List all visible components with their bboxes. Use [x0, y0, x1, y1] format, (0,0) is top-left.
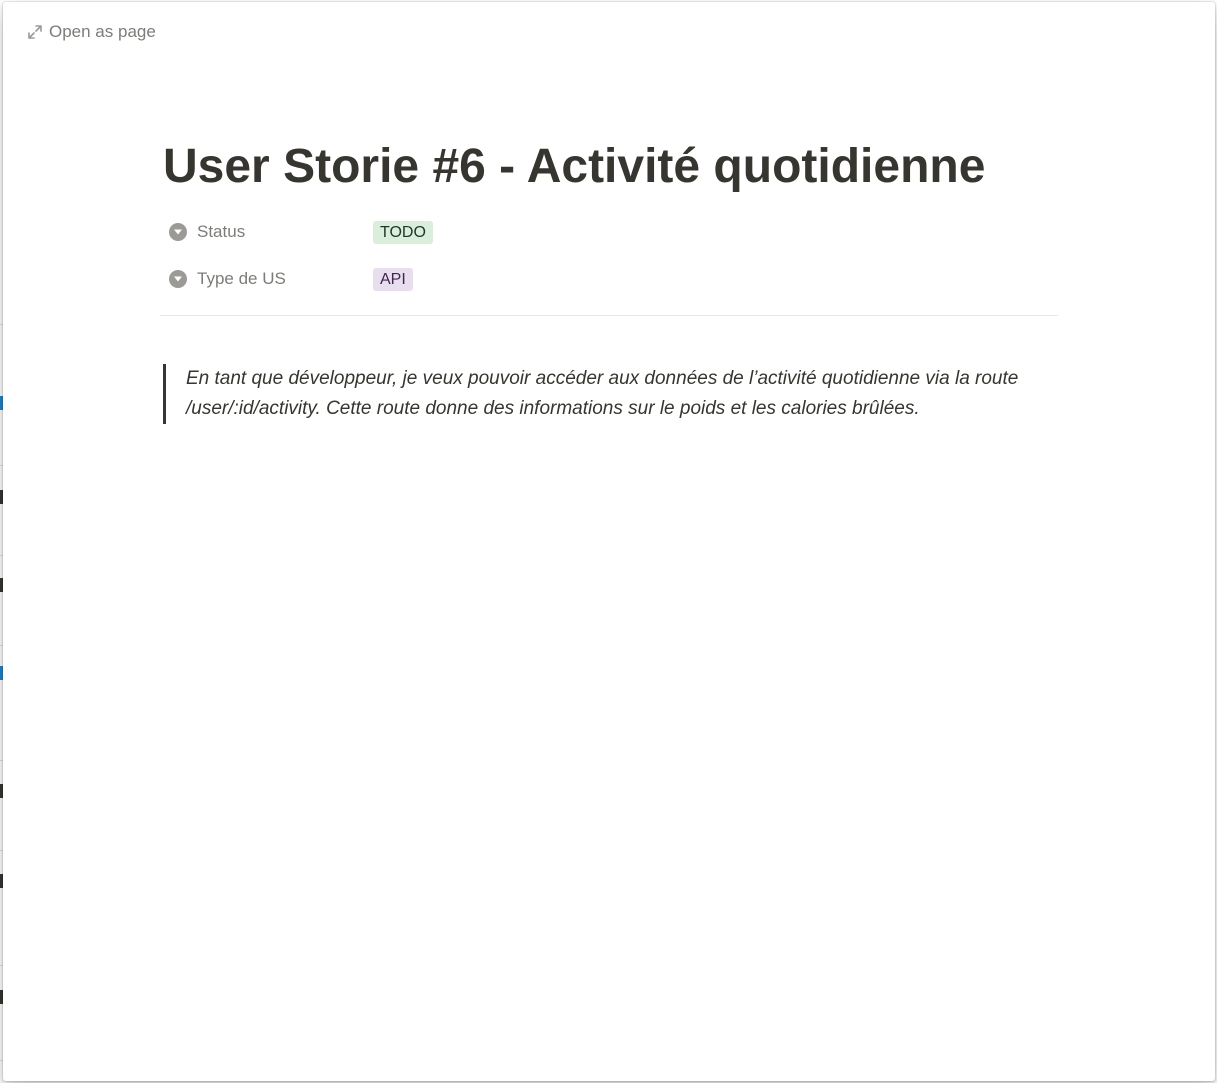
property-row-status: Status TODO — [163, 215, 1059, 249]
property-name-type-de-us[interactable]: Type de US — [163, 262, 373, 296]
expand-arrows-icon — [27, 24, 43, 40]
open-as-page-button[interactable]: Open as page — [23, 19, 160, 45]
page-peek-modal: Open as page User Storie #6 - Activité q… — [3, 2, 1215, 1081]
property-row-type-de-us: Type de US API — [163, 262, 1059, 296]
property-value-type-de-us[interactable]: API — [373, 262, 413, 296]
properties-divider — [160, 315, 1058, 316]
quote-block[interactable]: En tant que développeur, je veux pouvoir… — [163, 364, 1066, 424]
select-circle-icon — [169, 223, 187, 241]
property-name-status[interactable]: Status — [163, 215, 373, 249]
page-title[interactable]: User Storie #6 - Activité quotidienne — [163, 138, 985, 196]
property-value-status[interactable]: TODO — [373, 215, 433, 249]
property-label: Type de US — [197, 269, 286, 288]
type-tag: API — [373, 267, 413, 291]
select-circle-icon — [169, 270, 187, 288]
status-tag: TODO — [373, 220, 433, 244]
property-label: Status — [197, 222, 246, 241]
open-as-page-label: Open as page — [49, 22, 156, 41]
